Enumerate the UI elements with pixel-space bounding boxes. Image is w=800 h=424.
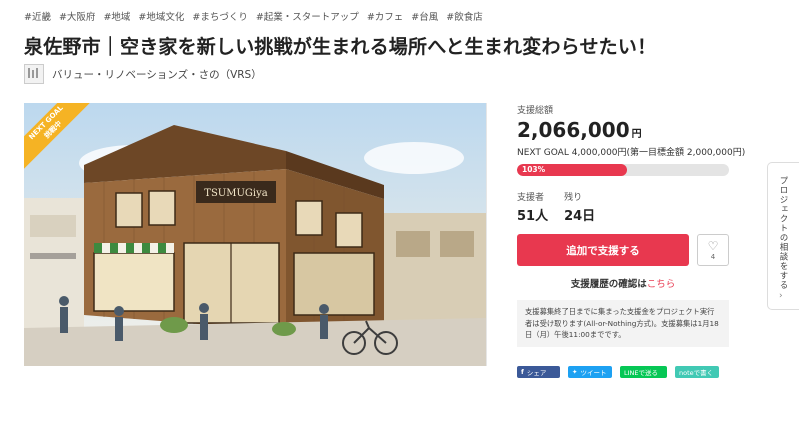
owner-name[interactable]: バリュー・リノベーションズ・さの（VRS） [52,67,262,82]
tag-link[interactable]: #大阪府 [59,9,95,23]
share-note-label: noteで書く [679,368,714,377]
amount-currency: 円 [631,129,642,140]
consult-tab-label: プロジェクトの相談をする [778,176,788,290]
tag-link[interactable]: #台風 [411,9,438,23]
amount-value: 2,066,000 [517,118,630,142]
share-twitter-label: ツイート [580,368,607,377]
next-goal: NEXT GOAL 4,000,000円(第一目標金額 2,000,000円) [517,148,746,158]
chevron-right-icon: › [779,291,783,301]
tag-link[interactable]: #飲食店 [446,9,482,23]
tag-link[interactable]: #カフェ [367,9,403,23]
progress-bar: 103% [517,164,729,176]
share-buttons: f シェア ✦ ツイート LINEで送る noteで書く [517,365,729,378]
storefront-illustration: TSUMUGiya [24,103,486,366]
twitter-icon: ✦ [572,367,578,376]
total-amount: 2,066,000 円 [517,118,729,142]
hero-image: TSUMUGiya NEXT GOAL 挑戦中 [24,103,487,366]
project-owner[interactable]: バリュー・リノベーションズ・さの（VRS） [24,64,262,84]
supporters-value: 51人 [517,209,549,224]
tag-link[interactable]: #起業・スタートアップ [256,9,359,23]
history-text: 支援履歴の確認はこちら [517,276,729,290]
supporters-label: 支援者 [517,193,545,203]
share-facebook-label: シェア [526,368,547,377]
supporters-stat: 支援者 51人 [517,190,548,224]
remaining-stat: 残り 24日 [564,190,595,224]
progress-percent: 103% [522,165,546,174]
tag-link[interactable]: #近畿 [24,9,51,23]
favorite-button[interactable]: ♡ 4 [697,234,729,266]
facebook-icon: f [521,367,524,376]
history-label: 支援履歴の確認は [570,279,647,290]
tag-link[interactable]: #地域文化 [138,9,184,23]
tag-link[interactable]: #地域 [103,9,130,23]
funding-notice: 支援募集終了日までに集まった支援金をプロジェクト実行者は受け取ります(All-o… [517,300,729,347]
share-line-label: LINEで送る [624,368,659,377]
shop-sign-text: TSUMUGiya [204,188,267,199]
heart-icon: ♡ [707,238,719,253]
action-row: 追加で支援する ♡ 4 [517,234,729,266]
owner-logo [24,64,44,84]
remaining-value: 24日 [564,209,596,224]
share-facebook-button[interactable]: f シェア [517,365,560,378]
support-button[interactable]: 追加で支援する [517,234,689,266]
page-title: 泉佐野市｜空き家を新しい挑戦が生まれる場所へと生まれ変わらせたい！ [24,36,657,58]
share-twitter-button[interactable]: ✦ ツイート [568,365,612,378]
share-line-button[interactable]: LINEで送る [620,365,667,378]
consult-side-tab[interactable]: プロジェクトの相談をする › [767,162,799,310]
favorite-count: 4 [710,252,716,261]
share-note-button[interactable]: noteで書く [675,365,719,378]
remaining-label: 残り [564,193,583,203]
total-label: 支援総額 [517,106,554,116]
history-link[interactable]: こちら [647,279,676,290]
funding-panel: 支援総額 2,066,000 円 NEXT GOAL 4,000,000円(第一目… [517,103,746,378]
tag-list: #近畿 #大阪府 #地域 #地域文化 #まちづくり #起業・スタートアップ #カ… [24,9,483,23]
project-stats: 支援者 51人 残り 24日 [517,190,729,224]
tag-link[interactable]: #まちづくり [192,9,247,23]
